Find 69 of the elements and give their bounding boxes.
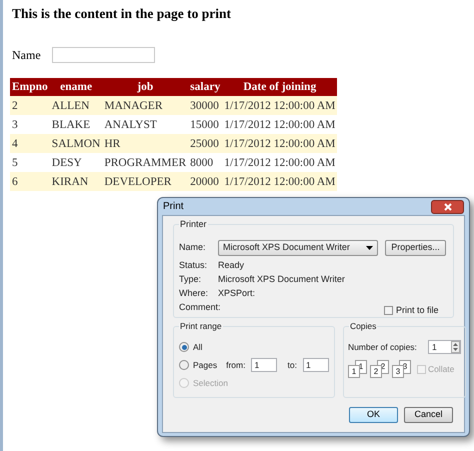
page-icon: 1 [348, 365, 360, 378]
table-cell: DEVELOPER [102, 172, 188, 191]
table-cell: 30000 [188, 96, 222, 115]
group-title: Print range [179, 320, 223, 333]
table-cell: 1/17/2012 12:00:00 AM [222, 96, 338, 115]
ok-button[interactable]: OK [349, 407, 398, 423]
info-label: Status: [179, 259, 208, 272]
cancel-button[interactable]: Cancel [404, 407, 453, 423]
table-cell: HR [102, 134, 188, 153]
table-cell: 5 [10, 153, 50, 172]
table-cell: MANAGER [102, 96, 188, 115]
table-cell: BLAKE [50, 115, 102, 134]
properties-button[interactable]: Properties... [385, 240, 446, 256]
table-cell: SALMON [50, 134, 102, 153]
radio-label: Selection [193, 376, 228, 390]
table-cell: KIRAN [50, 172, 102, 191]
field-label: from: [226, 358, 246, 372]
table-cell: 1/17/2012 12:00:00 AM [222, 153, 338, 172]
radio-label: Pages [193, 358, 218, 372]
table-cell: ANALYST [102, 115, 188, 134]
table-cell: DESY [50, 153, 102, 172]
radio-button[interactable] [179, 342, 189, 352]
checkbox-label: Collate [428, 362, 454, 376]
table-cell: 25000 [188, 134, 222, 153]
info-label: Where: [179, 287, 210, 300]
table-cell: 2 [10, 96, 50, 115]
checkbox[interactable] [384, 306, 393, 316]
radio-label: All [193, 340, 202, 354]
column-header: ename [50, 78, 102, 96]
table-cell: 6 [10, 172, 50, 191]
info-label: Comment: [179, 301, 218, 314]
field-label: Number of copies: [348, 340, 418, 354]
radio-button[interactable] [179, 360, 189, 370]
close-icon [444, 202, 452, 210]
table-cell: 20000 [188, 172, 222, 191]
table-cell: 1/17/2012 12:00:00 AM [222, 115, 338, 134]
copies-spinner[interactable]: 1 [428, 340, 461, 354]
table-cell: 3 [10, 115, 50, 134]
field-label: Name [12, 47, 42, 64]
page-heading: This is the content in the page to print [12, 6, 232, 22]
column-header: Empno [10, 78, 50, 96]
column-header: salary [188, 78, 222, 96]
name-input-field[interactable] [52, 47, 155, 63]
dropdown-arrow-icon [366, 246, 373, 250]
spin-arrows-icon [450, 341, 460, 353]
field-label: Name: [179, 241, 207, 254]
table-cell: 1/17/2012 12:00:00 AM [222, 172, 338, 191]
table-cell: 15000 [188, 115, 222, 134]
field-label: to: [287, 358, 297, 372]
group-title: Copies [348, 320, 378, 333]
table-cell: 8000 [188, 153, 222, 172]
info-value: Microsoft XPS Document Writer [218, 273, 345, 286]
page-icon: 3 [392, 365, 404, 378]
to-page-field[interactable]: 1 [302, 358, 329, 372]
table-cell: 4 [10, 134, 50, 153]
table-cell: 1/17/2012 12:00:00 AM [222, 134, 338, 153]
printer-dropdown[interactable]: Microsoft XPS Document Writer [218, 240, 378, 256]
column-header: Date of joining [222, 78, 338, 96]
close-button[interactable] [431, 200, 464, 214]
info-value: Ready [218, 259, 244, 272]
table-cell: ALLEN [50, 96, 102, 115]
from-page-field[interactable]: 1 [251, 358, 278, 372]
column-header: job [102, 78, 188, 96]
checkbox-label: Print to file [396, 304, 439, 317]
page-icon: 2 [370, 365, 382, 378]
table-cell: PROGRAMMER [102, 153, 188, 172]
info-label: Type: [179, 273, 202, 286]
info-value: XPSPort: [218, 287, 256, 300]
dialog-title: Print [163, 200, 184, 214]
